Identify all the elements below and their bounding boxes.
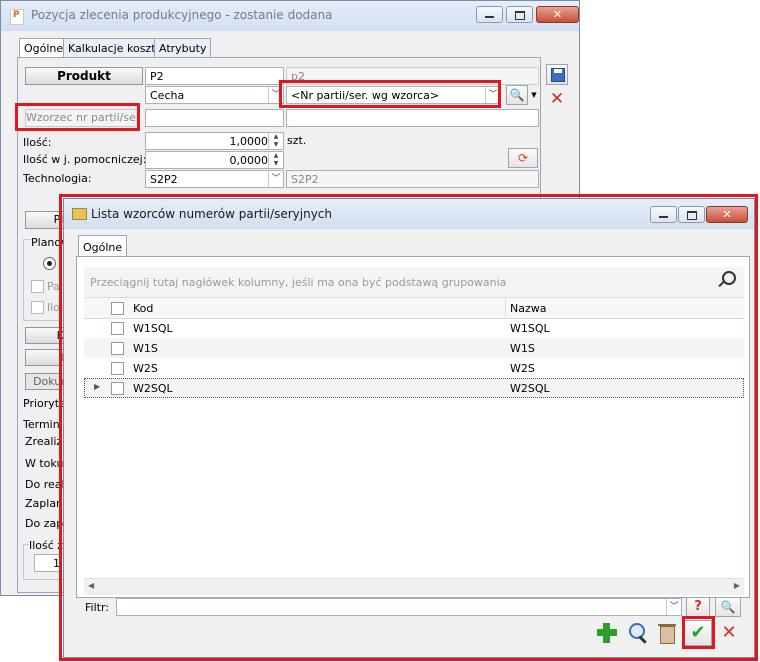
row-indicator-icon: ▶	[94, 382, 101, 391]
folder-icon	[72, 208, 87, 220]
batch-search-button[interactable]: 🔍	[506, 85, 528, 105]
tab-atrybuty[interactable]: Atrybuty	[154, 38, 212, 58]
stepper-icon[interactable]: ▲ ▼	[268, 133, 283, 149]
row-nazwa: W1SQL	[510, 322, 550, 335]
dialog-cancel-button[interactable]: ✕	[718, 622, 740, 644]
refresh-button[interactable]: ⟳	[508, 148, 538, 168]
close-x-icon: ✕	[721, 622, 737, 643]
produkt-button[interactable]: Produkt	[25, 67, 143, 85]
column-header-kod[interactable]: Kod	[133, 302, 153, 315]
scroll-left-icon[interactable]: ◀	[88, 581, 94, 590]
row-kod: W1S	[133, 342, 158, 355]
ilosc-pomocnicza-label: Ilość w j. pomocniczej:	[23, 153, 147, 166]
ilosc-field[interactable]: 1,0000 ▲ ▼	[145, 132, 284, 150]
produkt-code-field[interactable]: P2	[145, 67, 284, 85]
filter-input[interactable]: ﹀	[116, 598, 682, 616]
close-button[interactable]: ✕	[536, 6, 579, 23]
dialog-tab-ogolne[interactable]: Ogólne	[78, 235, 128, 257]
search-icon[interactable]	[718, 270, 736, 288]
preview-button[interactable]	[626, 622, 648, 644]
technologia-label: Technologia:	[23, 172, 92, 185]
dialog-titlebar: Lista wzorców numerów partii/seryjnych ✕	[64, 199, 754, 229]
table-row[interactable]: W1SQL W1SQL	[84, 318, 744, 338]
row-kod: W2S	[133, 362, 158, 375]
technologia-dropdown[interactable]: S2P2 ﹀	[145, 170, 284, 188]
filter-help-button[interactable]: ?	[686, 597, 710, 617]
group-by-hint: Przeciągnij tutaj nagłówek kolumny, jeśl…	[90, 276, 507, 289]
batch-menu-arrow[interactable]: ▼	[529, 85, 539, 105]
select-all-checkbox[interactable]	[111, 302, 124, 315]
row-nazwa: W2SQL	[510, 382, 550, 395]
w-toku-label: W toku	[25, 457, 64, 470]
tab-kalkulacje-kosztu[interactable]: Kalkulacje kosztu	[63, 38, 168, 58]
maximize-button[interactable]	[506, 6, 533, 23]
cancel-button[interactable]: ✕	[546, 89, 568, 110]
highlight-confirm-button	[682, 616, 715, 649]
main-titlebar: P Pozycja zlecenia produkcyjnego - zosta…	[1, 1, 579, 31]
delete-button[interactable]	[656, 622, 678, 644]
row-checkbox[interactable]	[111, 342, 124, 355]
dialog-title: Lista wzorców numerów partii/seryjnych	[91, 207, 332, 221]
main-window-title: Pozycja zlecenia produkcyjnego - zostani…	[31, 8, 333, 22]
wzorzec-code-field[interactable]	[145, 109, 284, 127]
filter-settings-button[interactable]: 🔍	[715, 597, 741, 617]
ilosc-value: 1,0000	[229, 135, 269, 148]
cecha-value: Cecha	[150, 89, 185, 102]
row-checkbox[interactable]	[111, 382, 124, 395]
horizontal-scrollbar[interactable]: ◀ ▶	[84, 578, 744, 595]
ilosc-pomocnicza-field[interactable]: 0,0000 ▲ ▼	[145, 151, 284, 169]
app-icon: P	[10, 9, 24, 25]
stepper-icon[interactable]: ▲ ▼	[268, 152, 283, 168]
floppy-disk-icon	[551, 68, 565, 82]
tab-ogolne[interactable]: Ogólne	[19, 38, 69, 58]
ilosc-checkbox[interactable]	[31, 301, 44, 314]
scroll-right-icon[interactable]: ▶	[734, 581, 740, 590]
column-header-nazwa[interactable]: Nazwa	[510, 302, 546, 315]
save-button[interactable]	[546, 64, 568, 85]
row-kod: W2SQL	[133, 382, 173, 395]
table-row[interactable]: W1S W1S	[84, 338, 744, 358]
row-nazwa: W2S	[510, 362, 535, 375]
add-button[interactable]	[596, 622, 618, 644]
par-checkbox[interactable]	[31, 280, 44, 293]
column-divider	[505, 297, 506, 317]
filter-label: Filtr:	[85, 601, 109, 614]
ilosc-pomocnicza-value: 0,0000	[229, 154, 269, 167]
row-nazwa: W1S	[510, 342, 535, 355]
chevron-down-icon: ﹀	[268, 171, 283, 187]
highlight-batch-dropdown	[279, 80, 501, 108]
row-kod: W1SQL	[133, 322, 173, 335]
table-row[interactable]: W2S W2S	[84, 358, 744, 378]
unit-label: szt.	[287, 134, 307, 147]
dialog-minimize-button[interactable]	[650, 206, 677, 223]
grid-header	[84, 297, 744, 319]
trash-icon	[660, 626, 675, 644]
row-checkbox[interactable]	[111, 362, 124, 375]
cecha-dropdown[interactable]: Cecha ﹀	[145, 86, 284, 104]
chevron-down-icon[interactable]: ﹀	[666, 599, 681, 615]
technologia-value: S2P2	[150, 173, 178, 186]
dialog-maximize-button[interactable]	[678, 206, 705, 223]
ilosc-label: Ilość:	[23, 136, 52, 149]
row-checkbox[interactable]	[111, 322, 124, 335]
table-row-selected[interactable]: ▶ W2SQL W2SQL	[84, 378, 744, 398]
wzorzec-name-field[interactable]	[286, 109, 539, 127]
dialog-close-button[interactable]: ✕	[706, 206, 748, 223]
radio-button[interactable]	[43, 257, 56, 270]
technologia-name-field: S2P2	[286, 170, 539, 188]
highlight-wzorzec-button	[15, 103, 140, 131]
batch-pattern-dialog: Lista wzorców numerów partii/seryjnych ✕…	[63, 198, 755, 658]
minimize-button[interactable]	[476, 6, 503, 23]
